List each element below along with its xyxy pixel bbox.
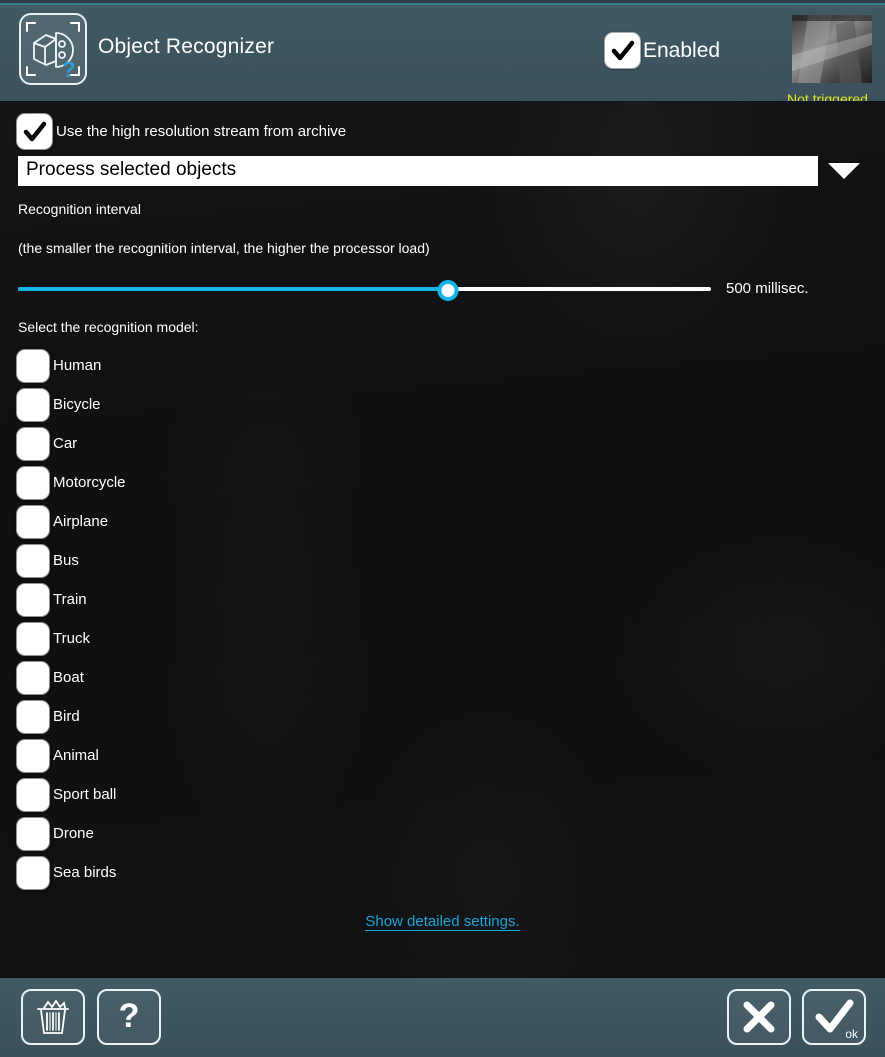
model-checkbox[interactable] xyxy=(17,505,49,538)
model-item[interactable]: Bus xyxy=(17,541,417,580)
model-item[interactable]: Train xyxy=(17,580,417,619)
model-item[interactable]: Animal xyxy=(17,736,417,775)
enabled-checkbox[interactable] xyxy=(605,33,640,68)
model-checkbox[interactable] xyxy=(17,427,49,460)
model-checkbox[interactable] xyxy=(17,661,49,694)
model-checkbox[interactable] xyxy=(17,349,49,382)
model-item-label: Animal xyxy=(53,747,99,764)
cancel-button[interactable] xyxy=(727,989,791,1045)
show-detailed-settings-label[interactable]: Show detailed settings. xyxy=(365,913,520,931)
model-checkbox[interactable] xyxy=(17,817,49,850)
high-res-stream-checkbox[interactable] xyxy=(17,114,52,149)
model-item-label: Car xyxy=(53,435,78,452)
dialog-body: Use the high resolution stream from arch… xyxy=(0,101,885,978)
model-checkbox[interactable] xyxy=(17,739,49,772)
model-item[interactable]: Bicycle xyxy=(17,385,417,424)
model-item[interactable]: Truck xyxy=(17,619,417,658)
model-item[interactable]: Bird xyxy=(17,697,417,736)
model-item-label: Truck xyxy=(53,630,90,647)
model-checkbox[interactable] xyxy=(17,583,49,616)
model-item-label: Sea birds xyxy=(53,864,117,881)
object-recognizer-icon: ? xyxy=(19,13,87,85)
svg-text:?: ? xyxy=(119,997,140,1035)
ok-button[interactable]: ok xyxy=(802,989,866,1045)
slider-fill xyxy=(18,287,448,291)
close-x-icon xyxy=(743,1001,775,1033)
question-icon: ? xyxy=(119,997,140,1035)
model-item[interactable]: Sport ball xyxy=(17,775,417,814)
model-checkbox[interactable] xyxy=(17,466,49,499)
model-item[interactable]: Motorcycle xyxy=(17,463,417,502)
recognition-interval-hint: (the smaller the recognition interval, t… xyxy=(18,240,430,256)
help-button[interactable]: ? xyxy=(97,989,161,1045)
model-item-label: Drone xyxy=(53,825,94,842)
slider-handle[interactable] xyxy=(437,280,459,301)
model-item[interactable]: Airplane xyxy=(17,502,417,541)
model-item-label: Train xyxy=(53,591,87,608)
page-title: Object Recognizer xyxy=(98,35,275,58)
model-item-label: Motorcycle xyxy=(53,474,126,491)
model-item-label: Airplane xyxy=(53,513,109,530)
object-recognizer-dialog: ? Object Recognizer Enabled Not triggere… xyxy=(0,0,885,1057)
trash-icon xyxy=(37,999,69,1034)
recognition-interval-value: 500 millisec. xyxy=(726,280,809,297)
model-item-label: Boat xyxy=(53,669,84,686)
show-detailed-settings-link[interactable]: Show detailed settings. xyxy=(0,913,885,931)
model-checkbox[interactable] xyxy=(17,622,49,655)
recognition-model-label: Select the recognition model: xyxy=(18,319,199,335)
model-item-label: Bird xyxy=(53,708,80,725)
model-item[interactable]: Car xyxy=(17,424,417,463)
enabled-toggle[interactable]: Enabled xyxy=(605,33,720,68)
model-item-label: Bicycle xyxy=(53,396,101,413)
dialog-header: ? Object Recognizer Enabled Not triggere… xyxy=(0,5,885,107)
camera-thumbnail[interactable] xyxy=(792,15,872,83)
high-res-stream-label: Use the high resolution stream from arch… xyxy=(56,123,347,140)
model-item-label: Human xyxy=(53,357,102,374)
model-checkbox[interactable] xyxy=(17,856,49,889)
model-item[interactable]: Sea birds xyxy=(17,853,417,892)
recognition-model-list: Human Bicycle Car Motorcycle Airplane Bus Trai… xyxy=(17,346,417,892)
model-checkbox[interactable] xyxy=(17,700,49,733)
model-item[interactable]: Drone xyxy=(17,814,417,853)
svg-text:?: ? xyxy=(62,57,75,82)
model-item-label: Sport ball xyxy=(53,786,117,803)
model-checkbox[interactable] xyxy=(17,388,49,421)
chevron-down-icon[interactable] xyxy=(828,163,860,179)
model-item-label: Bus xyxy=(53,552,79,569)
process-mode-value: Process selected objects xyxy=(26,159,237,180)
dialog-bottom-bar: ? ok xyxy=(0,978,885,1057)
process-mode-select[interactable]: Process selected objects xyxy=(18,156,818,186)
high-res-stream-row[interactable]: Use the high resolution stream from arch… xyxy=(17,114,346,149)
model-checkbox[interactable] xyxy=(17,544,49,577)
recognition-interval-label: Recognition interval xyxy=(18,201,141,217)
model-checkbox[interactable] xyxy=(17,778,49,811)
delete-button[interactable] xyxy=(21,989,85,1045)
enabled-label: Enabled xyxy=(643,38,721,62)
model-item[interactable]: Human xyxy=(17,346,417,385)
recognition-interval-slider[interactable] xyxy=(18,280,711,301)
ok-button-label: ok xyxy=(845,1027,858,1041)
model-item[interactable]: Boat xyxy=(17,658,417,697)
